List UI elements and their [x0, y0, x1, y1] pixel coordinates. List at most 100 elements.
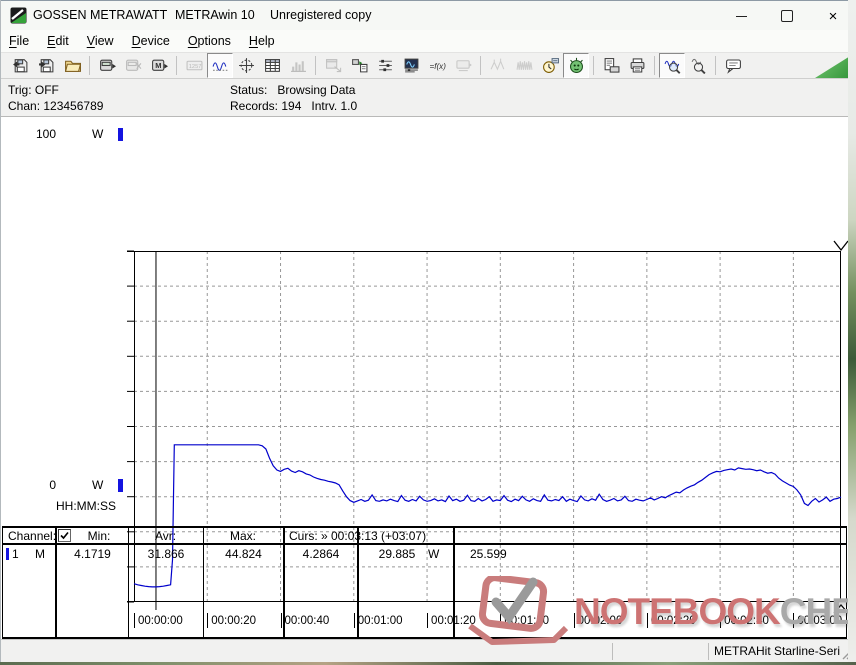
cursor1-value: 4.2864 [302, 547, 340, 561]
x-tick-00:02:00: 00:02:00 [573, 613, 622, 628]
channel-axis-marker-top [118, 128, 123, 141]
cursor2-top-caret [833, 240, 849, 252]
maximize-button[interactable] [764, 1, 810, 31]
y-axis-min-label: 0 [49, 478, 56, 492]
record-to-file-icon[interactable] [346, 53, 372, 78]
x-tick-00:03:00: 00:03:00 [793, 613, 842, 628]
channel-axis-marker-bottom [118, 479, 123, 492]
menu-device[interactable]: Device [132, 34, 170, 48]
app-logo-icon [10, 7, 27, 24]
title-app-name: METRAwin 10 [175, 8, 255, 22]
menu-bar: File Edit View Device Options Help [0, 30, 856, 52]
wave-dense-icon[interactable] [511, 53, 537, 78]
records-interval: Records: 194 Intrv. 1.0 [230, 99, 358, 113]
device-disconnect-icon[interactable] [120, 53, 146, 78]
formula-icon[interactable]: =f(x) [424, 53, 450, 78]
statusbar-separator [612, 643, 613, 660]
cursor2-value: 29.885 [378, 547, 416, 561]
title-bar: GOSSEN METRAWATT METRAwin 10 Unregistere… [0, 0, 856, 30]
avr-value: 31.866 [147, 547, 185, 561]
cursor2-unit: W [428, 547, 440, 561]
y-axis-unit-bottom: W [92, 478, 104, 492]
y-axis-max-label: 100 [35, 127, 56, 141]
x-tick-00:00:20: 00:00:20 [207, 613, 256, 628]
read-device-icon[interactable] [94, 53, 120, 78]
x-axis-format-label: HH:MM:SS [56, 499, 116, 513]
metrawin-window: GOSSEN METRAWATT METRAwin 10 Unregistere… [0, 0, 856, 665]
histogram-view-icon[interactable] [285, 53, 311, 78]
x-tick-00:00:40: 00:00:40 [280, 613, 329, 628]
title-vendor: GOSSEN METRAWATT [33, 8, 168, 22]
x-tick-00:01:20: 00:01:20 [427, 613, 476, 628]
avr-column-header: Avr: [154, 529, 177, 543]
svg-text:=f(x): =f(x) [429, 62, 445, 71]
x-tick-00:01:00: 00:01:00 [353, 613, 403, 628]
channel-number: 1 [12, 547, 19, 561]
cursor-column-header: Curs: » 00:03:13 (+03:07) [289, 529, 427, 543]
channel-setup-icon[interactable] [372, 53, 398, 78]
trigger-icon[interactable] [563, 53, 589, 78]
status-panel: Trig: OFF Chan: 123456789 Status: Browsi… [0, 79, 856, 117]
cursor-view-icon[interactable] [233, 53, 259, 78]
device-monitor-icon[interactable] [398, 53, 424, 78]
interval-clock-icon[interactable] [537, 53, 563, 78]
toolbar: M 1257 =f(x) [0, 52, 856, 79]
minimize-icon [735, 15, 747, 17]
toolbar-separator [480, 56, 481, 75]
comment-icon[interactable] [720, 53, 746, 78]
x-tick-00:02:40: 00:02:40 [720, 613, 769, 628]
zoom-lens-icon[interactable] [685, 53, 711, 78]
min-column-header: Min: [87, 529, 111, 543]
toolbar-separator [176, 56, 177, 75]
power-trace [133, 444, 842, 588]
min-value: 4.1719 [74, 547, 111, 561]
desktop-edge-sliver [848, 0, 856, 665]
title-license-status: Unregistered copy [270, 8, 372, 22]
channel-mode: M [35, 547, 45, 561]
window-left-border [0, 0, 1, 665]
checkmark-icon [60, 531, 69, 540]
memory-read-icon[interactable]: M [146, 53, 172, 78]
y-axis-unit-top: W [92, 127, 104, 141]
x-tick-00:02:20: 00:02:20 [646, 613, 696, 628]
channel-list: Chan: 123456789 [8, 99, 104, 113]
max-column-header: Max: [229, 529, 256, 543]
channel-color-marker [6, 548, 9, 560]
x-tick-00:00:00: 00:00:00 [134, 613, 183, 628]
wave-markers-icon[interactable] [485, 53, 511, 78]
status-bar: METRAHit Starline-Seri [0, 639, 856, 662]
open-file-icon[interactable] [59, 53, 85, 78]
save-icon[interactable] [7, 53, 33, 78]
menu-file[interactable]: File [9, 34, 29, 48]
numeric-display-view-icon[interactable]: 1257 [181, 53, 207, 78]
toolbar-separator [89, 56, 90, 75]
connected-device-name: METRAHit Starline-Seri [714, 644, 841, 658]
menu-options[interactable]: Options [188, 34, 231, 48]
chart-view-icon[interactable] [207, 53, 233, 78]
zoom-curve-icon[interactable] [659, 53, 685, 78]
x-tick-00:01:40: 00:01:40 [500, 613, 549, 628]
save-as-icon[interactable] [33, 53, 59, 78]
cursor-delta-value: 25.599 [470, 547, 507, 561]
menu-view[interactable]: View [87, 34, 114, 48]
table-view-icon[interactable] [259, 53, 285, 78]
toolbar-separator [315, 56, 316, 75]
browse-status: Status: Browsing Data [230, 83, 356, 97]
statusbar-separator [708, 643, 709, 660]
menu-help[interactable]: Help [249, 34, 275, 48]
close-icon: × [828, 7, 838, 25]
max-value: 44.824 [225, 547, 262, 561]
toolbar-separator [654, 56, 655, 75]
chart-panel: 100 W 0 W HH:MM:SS 00:00:00 00:00:20 00:00… [0, 117, 856, 628]
toolbar-separator [593, 56, 594, 75]
trigger-status: Trig: OFF [8, 83, 59, 97]
channel-column-header: Channel: [8, 529, 57, 543]
menu-edit[interactable]: Edit [47, 34, 69, 48]
svg-text:1257: 1257 [188, 64, 201, 70]
print-icon[interactable] [624, 53, 650, 78]
minimize-button[interactable] [718, 1, 764, 31]
display-output-icon[interactable] [450, 53, 476, 78]
print-preview-icon[interactable] [598, 53, 624, 78]
toolbar-separator [715, 56, 716, 75]
export-window-icon[interactable] [320, 53, 346, 78]
